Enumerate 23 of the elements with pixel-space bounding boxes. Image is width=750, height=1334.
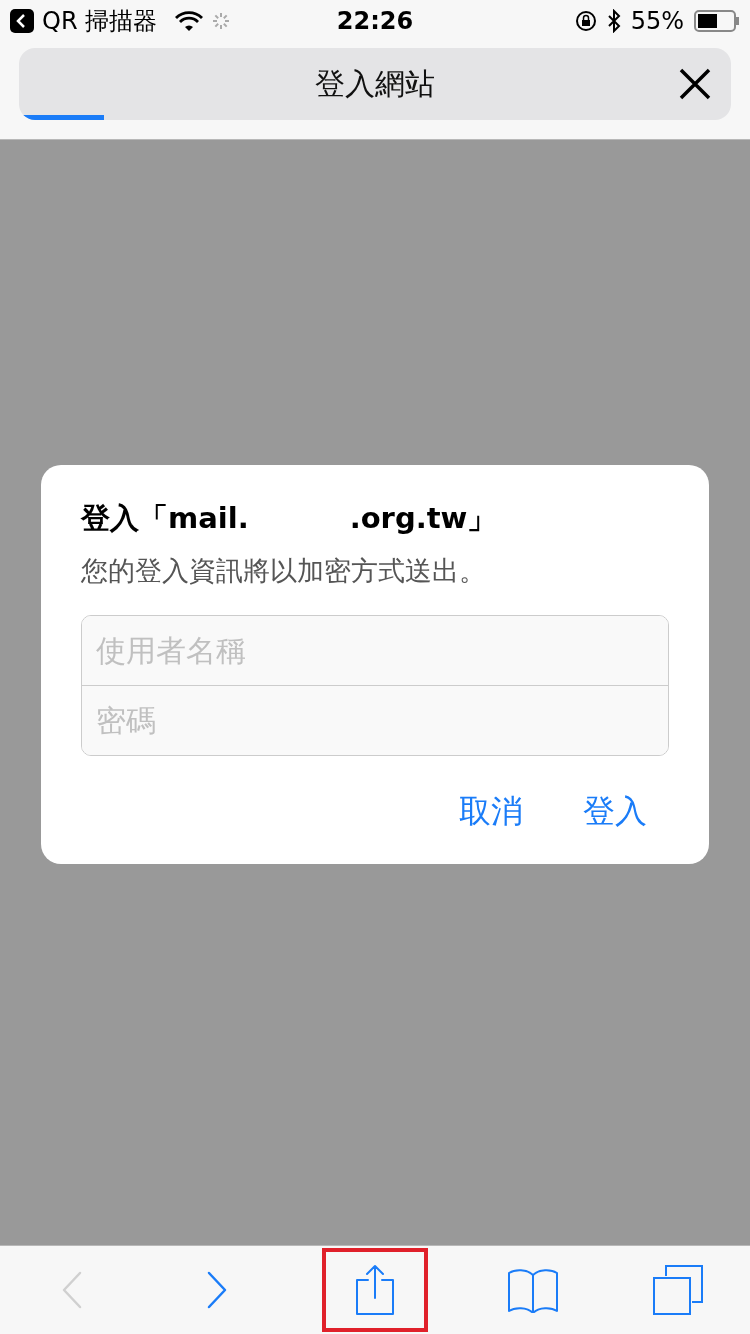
- loading-spinner-icon: [211, 11, 232, 31]
- rotation-lock-icon: [574, 10, 597, 32]
- battery-icon: [694, 10, 740, 32]
- chevron-right-icon: [206, 1271, 229, 1309]
- page-title: 登入網站: [315, 64, 435, 103]
- clock-time: 22:26: [336, 7, 414, 35]
- dialog-button[interactable]: 登入: [583, 790, 647, 834]
- wifi-icon: [175, 10, 204, 32]
- battery-percent: 55%: [630, 7, 684, 35]
- close-button[interactable]: [677, 66, 713, 102]
- address-bar[interactable]: 登入網站: [19, 48, 731, 120]
- chevron-left-icon: [61, 1271, 84, 1309]
- back-app-label[interactable]: QR 掃描器: [42, 5, 158, 37]
- dialog-message: 您的登入資訊將以加密方式送出。: [81, 554, 487, 588]
- input-field[interactable]: 密碼: [82, 685, 668, 755]
- dialog-button[interactable]: 取消: [459, 790, 523, 834]
- tabs-icon: [651, 1264, 704, 1316]
- share-button[interactable]: [322, 1248, 428, 1332]
- bluetooth-icon: [606, 9, 621, 33]
- input-field[interactable]: 使用者名稱: [82, 616, 668, 685]
- share-icon: [355, 1264, 395, 1316]
- dialog-title: 登入「mail. .org.tw」: [81, 500, 498, 537]
- book-icon: [506, 1267, 559, 1313]
